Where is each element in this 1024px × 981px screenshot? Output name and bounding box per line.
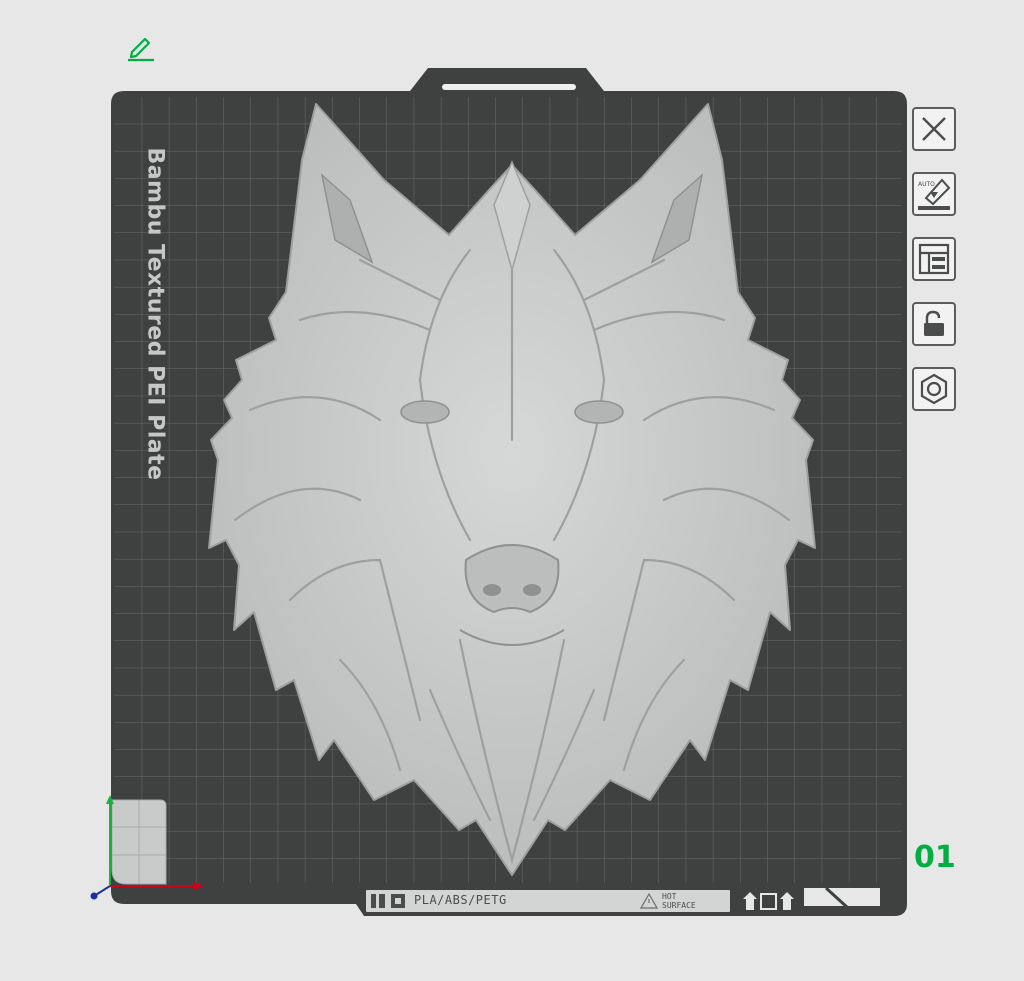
plate-number: 01: [914, 840, 956, 875]
plate-logo-icon: [371, 894, 405, 908]
filament-compat-text: PLA/ABS/PETG: [414, 893, 507, 907]
close-icon: [922, 117, 946, 141]
lock-button[interactable]: [912, 302, 956, 346]
pencil-icon: [128, 37, 154, 62]
hot-line-2: SURFACE: [662, 901, 696, 910]
arrange-button[interactable]: [912, 237, 956, 281]
plate-handle: [442, 84, 576, 90]
unlock-icon: [924, 310, 944, 336]
hex-settings-icon: [920, 373, 948, 405]
arrange-icon: [918, 243, 950, 275]
plate-info-strip: PLA/ABS/PETG HOT SURFACE: [366, 890, 730, 912]
hot-line-1: HOT: [662, 892, 677, 901]
hot-surface-text: HOT SURFACE: [662, 892, 696, 910]
svg-text:AUTO: AUTO: [918, 181, 935, 188]
auto-orient-icon: AUTO: [918, 178, 951, 210]
close-plate-button[interactable]: [912, 107, 956, 151]
plate-type-label: Bambu Textured PEI Plate: [142, 147, 168, 481]
edit-plate-name-button[interactable]: [124, 30, 158, 64]
plate-settings-button[interactable]: [912, 367, 956, 411]
warning-icon: [640, 893, 658, 909]
auto-orient-button[interactable]: AUTO: [912, 172, 956, 216]
